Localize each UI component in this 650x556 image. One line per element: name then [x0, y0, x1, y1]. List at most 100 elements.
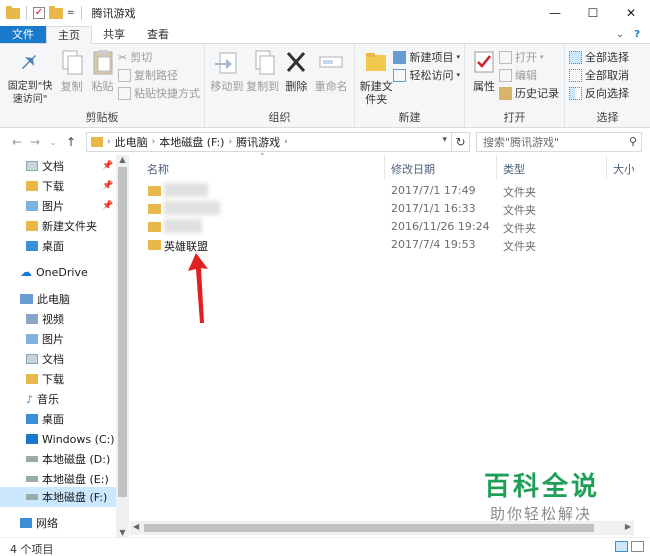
file-type: 文件夹: [503, 222, 536, 235]
easy-access-button[interactable]: 轻松访问 ▾: [393, 67, 460, 83]
nav-item-videos[interactable]: 视频: [26, 309, 64, 329]
nav-item-pictures[interactable]: 图片: [26, 329, 64, 349]
copy-path-button[interactable]: 复制路径: [118, 67, 200, 83]
scroll-down-icon[interactable]: ▼: [116, 528, 129, 537]
nav-item-drive-c[interactable]: Windows (C:): [26, 429, 115, 449]
paste-icon: [93, 50, 113, 75]
breadcrumb-this-pc[interactable]: 此电脑: [115, 134, 148, 150]
select-none-button[interactable]: 全部取消: [569, 67, 629, 83]
up-arrow-icon[interactable]: ↑: [62, 135, 80, 149]
minimize-button[interactable]: —: [536, 0, 574, 26]
nav-item-documents-quick[interactable]: 文档 📌: [26, 156, 113, 176]
details-view-icon[interactable]: [615, 541, 628, 552]
address-dropdown-icon[interactable]: ▾: [442, 135, 447, 145]
chevron-right-icon[interactable]: ›: [152, 137, 156, 147]
new-group-label: 新建: [398, 111, 421, 124]
nav-item-downloads-quick[interactable]: 下载 📌: [26, 176, 113, 196]
tab-file[interactable]: 文件: [0, 26, 46, 43]
nav-item-onedrive[interactable]: ☁ OneDrive: [20, 262, 88, 282]
column-header-size[interactable]: 大小: [613, 161, 635, 177]
breadcrumb-drive-f[interactable]: 本地磁盘 (F:): [159, 134, 224, 150]
nav-item-desktop[interactable]: 桌面: [26, 409, 64, 429]
collapse-ribbon-icon[interactable]: ⌄: [616, 29, 624, 40]
nav-scrollbar-thumb[interactable]: [118, 167, 127, 497]
nav-item-drive-f[interactable]: 本地磁盘 (F:): [0, 487, 116, 507]
edit-button[interactable]: 编辑: [499, 67, 559, 83]
ribbon-tabs: 文件 主页 共享 查看 ⌄ ?: [0, 26, 650, 44]
search-box[interactable]: 搜索"腾讯游戏" ⚲: [476, 132, 642, 152]
history-label: 历史记录: [515, 87, 559, 100]
select-all-label: 全部选择: [585, 51, 629, 64]
invert-selection-icon: [569, 86, 582, 100]
nav-item-pictures-quick[interactable]: 图片 📌: [26, 196, 113, 216]
recent-locations-icon[interactable]: ⌄: [44, 138, 62, 147]
nav-item-desktop-quick[interactable]: 桌面: [26, 236, 64, 256]
nav-item-documents[interactable]: 文档: [26, 349, 64, 369]
address-bar[interactable]: › 此电脑 › 本地磁盘 (F:) › 腾讯游戏 › ▾ ↻: [86, 132, 470, 152]
nav-item-music[interactable]: ♪ 音乐: [26, 389, 59, 409]
drive-icon: [26, 476, 38, 482]
nav-item-this-pc[interactable]: 此电脑: [20, 289, 70, 309]
nav-item-label: 桌面: [42, 413, 64, 426]
select-all-button[interactable]: 全部选择: [569, 49, 629, 65]
close-button[interactable]: ✕: [612, 0, 650, 26]
folder-icon: [148, 240, 161, 250]
scroll-left-icon[interactable]: ◀: [133, 522, 139, 531]
scroll-right-icon[interactable]: ▶: [625, 522, 631, 531]
maximize-button[interactable]: ☐: [574, 0, 612, 26]
search-icon[interactable]: ⚲: [629, 135, 637, 148]
open-group: 属性 打开 ▾ 编辑 历史记录 打开: [465, 44, 565, 128]
address-row: ← → ⌄ ↑ › 此电脑 › 本地磁盘 (F:) › 腾讯游戏 › ▾ ↻ 搜…: [0, 129, 650, 155]
tab-home[interactable]: 主页: [46, 26, 92, 44]
scroll-up-icon[interactable]: ▲: [116, 155, 129, 164]
copy-to-label: 复制到: [246, 80, 280, 93]
tab-share[interactable]: 共享: [92, 26, 136, 43]
large-icons-view-icon[interactable]: [631, 541, 644, 552]
nav-item-network[interactable]: 网络: [20, 513, 58, 533]
nav-item-drive-d[interactable]: 本地磁盘 (D:): [26, 449, 110, 469]
nav-item-label: 新建文件夹: [42, 220, 97, 233]
chevron-right-icon[interactable]: ›: [228, 137, 232, 147]
breadcrumb-current-folder[interactable]: 腾讯游戏: [236, 134, 280, 150]
help-icon[interactable]: ?: [634, 29, 640, 40]
file-row[interactable]: 2016/11/26 19:24 文件夹: [144, 218, 634, 236]
column-header-name[interactable]: 名称: [147, 161, 169, 177]
tab-view[interactable]: 查看: [136, 26, 180, 43]
column-header-type[interactable]: 类型: [503, 161, 525, 177]
new-folder-icon[interactable]: [49, 5, 63, 19]
folder-icon: [26, 221, 38, 231]
folder-icon: [148, 186, 161, 196]
nav-scrollbar[interactable]: ▲ ▼: [116, 155, 129, 537]
column-header-modified[interactable]: 修改日期: [391, 161, 435, 177]
qat-dropdown-icon[interactable]: =: [67, 8, 75, 18]
paste-shortcut-button[interactable]: 粘贴快捷方式: [118, 85, 200, 101]
nav-item-downloads[interactable]: 下载: [26, 369, 64, 389]
folder-icon: [148, 204, 161, 214]
nav-item-drive-e[interactable]: 本地磁盘 (E:): [26, 469, 109, 489]
open-icon: [499, 50, 512, 64]
refresh-icon[interactable]: ↻: [451, 133, 469, 151]
column-divider[interactable]: [496, 155, 497, 179]
history-button[interactable]: 历史记录: [499, 85, 559, 101]
file-modified: 2017/7/4 19:53: [391, 238, 476, 251]
back-arrow-icon[interactable]: ←: [8, 135, 26, 149]
cut-button[interactable]: ✂ 剪切: [118, 49, 200, 65]
blurred-name: [164, 201, 220, 215]
nav-item-new-folder[interactable]: 新建文件夹: [26, 216, 97, 236]
network-icon: [20, 518, 32, 528]
search-input[interactable]: 搜索"腾讯游戏": [483, 134, 559, 150]
horizontal-scrollbar-thumb[interactable]: [144, 524, 594, 532]
file-row[interactable]: 2017/1/1 16:33 文件夹: [144, 200, 634, 218]
forward-arrow-icon[interactable]: →: [26, 135, 44, 149]
chevron-right-icon[interactable]: ›: [284, 137, 288, 147]
invert-selection-button[interactable]: 反向选择: [569, 85, 629, 101]
file-row[interactable]: 2017/7/1 17:49 文件夹: [144, 182, 634, 200]
column-divider[interactable]: [606, 155, 607, 179]
easy-access-label: 轻松访问: [409, 69, 454, 82]
column-divider[interactable]: [384, 155, 385, 179]
open-button[interactable]: 打开 ▾: [499, 49, 559, 65]
properties-checkbox-icon[interactable]: ✓: [33, 7, 45, 19]
new-item-button[interactable]: 新建项目 ▾: [393, 49, 460, 65]
nav-item-label: 本地磁盘 (F:): [42, 491, 108, 504]
chevron-right-icon[interactable]: ›: [107, 137, 111, 147]
